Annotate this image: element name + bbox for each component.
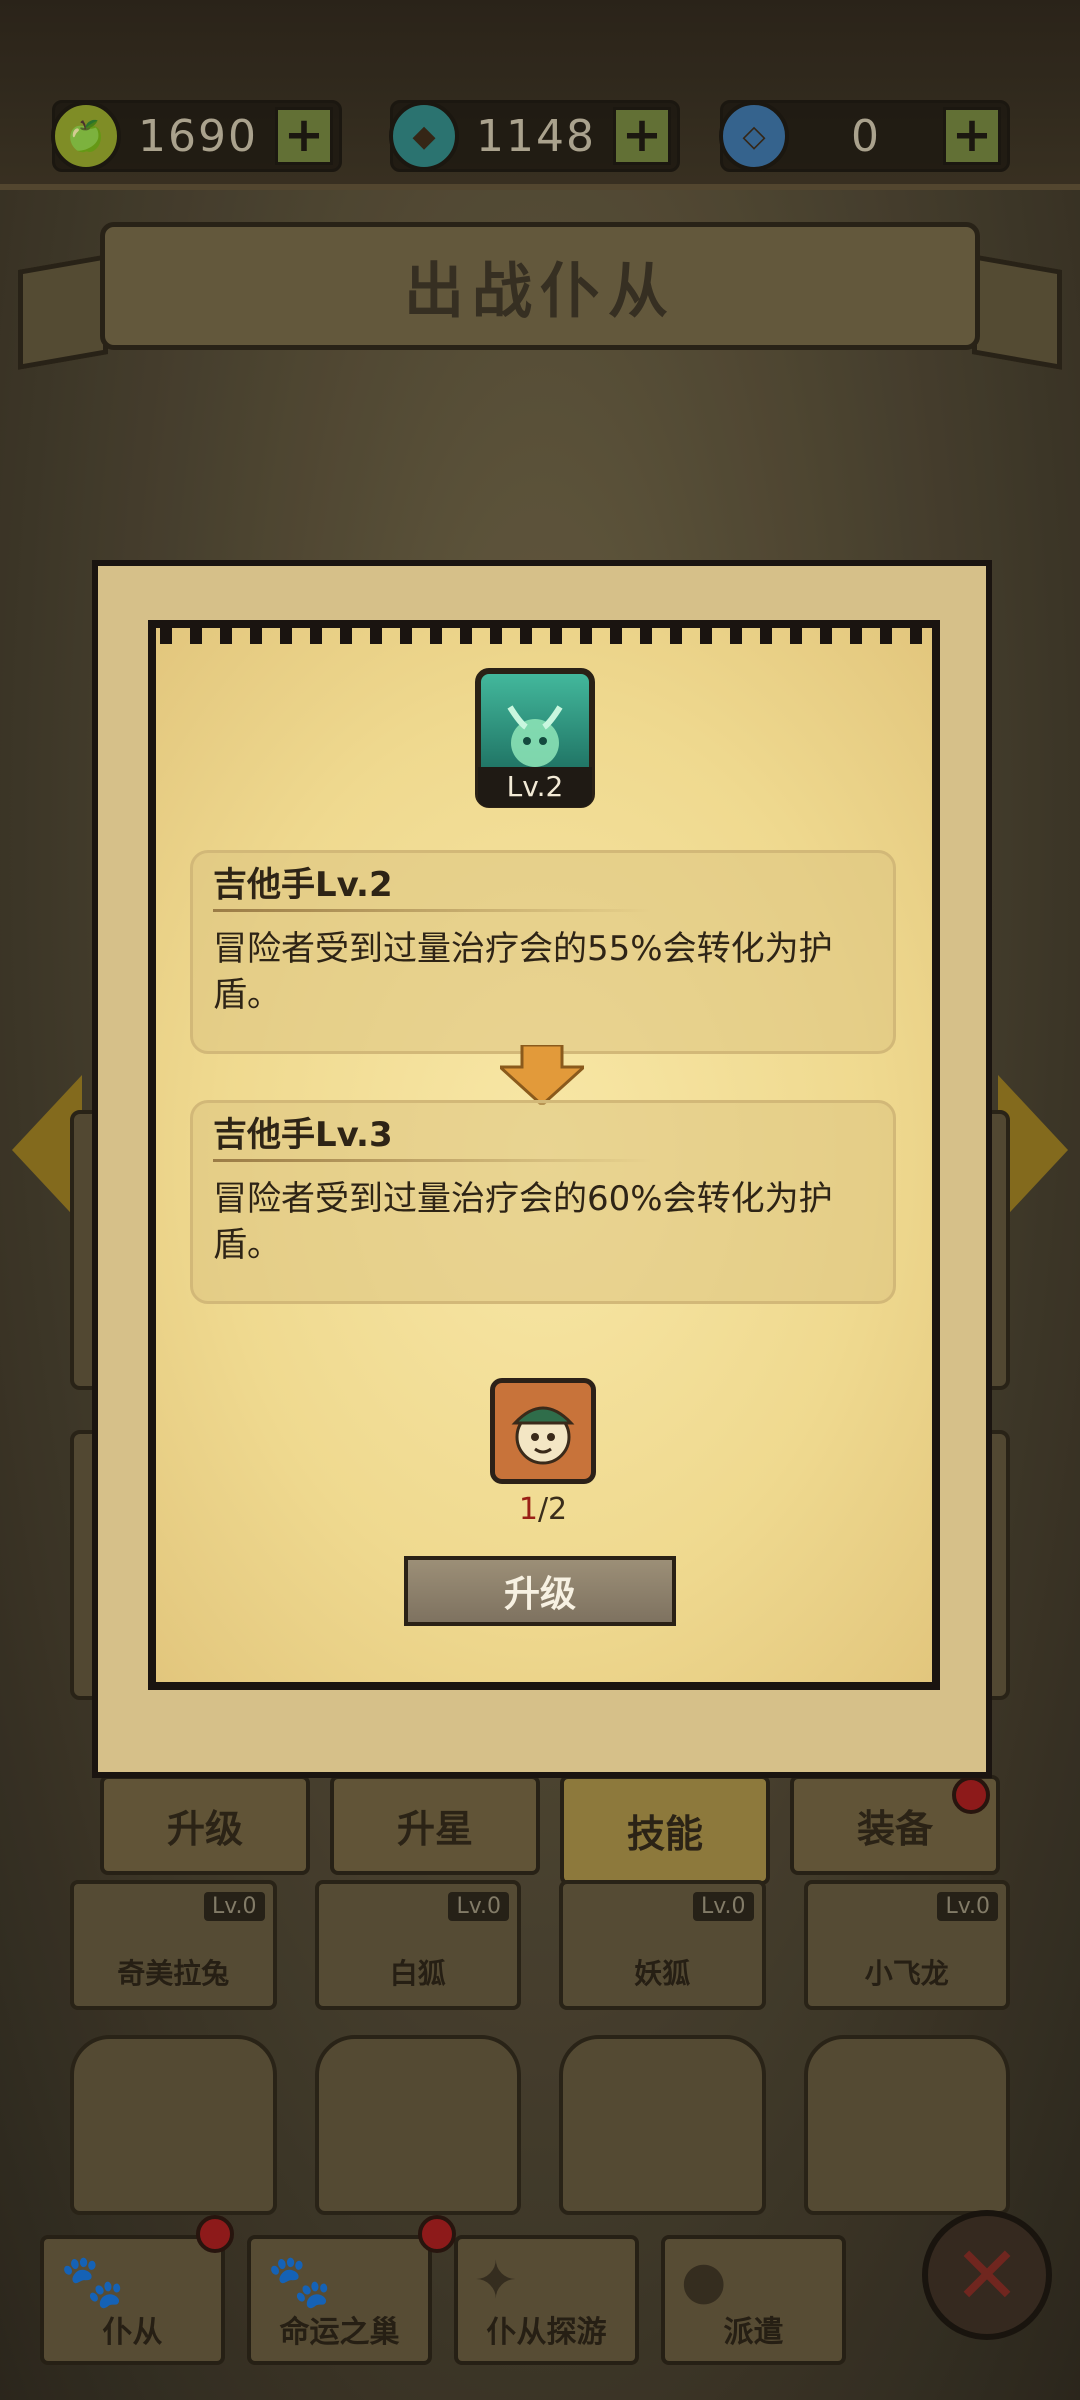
title-divider [213,909,653,912]
next-skill-box: 吉他手Lv.3 冒险者受到过量治疗会的60%会转化为护盾。 [190,1100,896,1304]
material-count: 1/2 [490,1492,596,1527]
material-need: /2 [537,1492,568,1527]
upgrade-material-item[interactable] [490,1378,596,1484]
skill-level-badge: Lv.2 [478,767,592,807]
torn-edge-decoration [160,628,930,644]
material-have: 1 [518,1492,538,1527]
upgrade-button[interactable]: 升级 [404,1556,676,1626]
current-skill-title: 吉他手Lv.2 [213,865,393,905]
down-arrow-icon [500,1045,584,1105]
hero-face-icon [511,1406,575,1465]
next-skill-description: 冒险者受到过量治疗会的60%会转化为护盾。 [213,1179,833,1265]
title-divider [213,1159,653,1162]
current-skill-box: 吉他手Lv.2 冒险者受到过量治疗会的55%会转化为护盾。 [190,850,896,1054]
next-skill-title: 吉他手Lv.3 [213,1115,393,1155]
current-skill-description: 冒险者受到过量治疗会的55%会转化为护盾。 [213,929,833,1015]
